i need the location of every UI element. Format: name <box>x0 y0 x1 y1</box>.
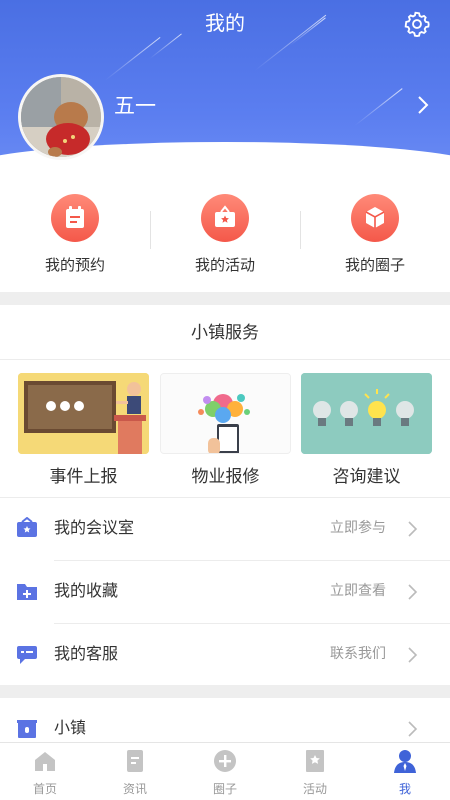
tab-label: 活动 <box>302 782 327 796</box>
cube-icon <box>351 194 399 242</box>
username[interactable]: 五一 <box>114 92 156 120</box>
activity-icon <box>201 194 249 242</box>
service-label: 事件上报 <box>49 467 118 487</box>
list-item-value: 立即查看 <box>330 583 386 599</box>
tab-me[interactable]: 我 <box>360 743 450 800</box>
tab-label: 首页 <box>32 782 57 796</box>
list-item-label: 小镇 <box>54 718 87 737</box>
list-item-label: 我的客服 <box>54 644 119 663</box>
list-item-customer-service[interactable]: 我的客服 联系我们 <box>0 624 450 686</box>
gear-icon[interactable] <box>403 10 431 38</box>
quick-action-appointments[interactable]: 我的预约 <box>0 194 150 278</box>
star-flag-icon <box>306 750 324 772</box>
list-item-favorites[interactable]: 我的收藏 立即查看 <box>0 561 450 623</box>
chevron-right-icon <box>408 647 418 663</box>
service-label: 物业报修 <box>191 467 260 487</box>
home-icon <box>35 752 55 771</box>
tab-news[interactable]: 资讯 <box>90 743 180 800</box>
chevron-right-icon[interactable] <box>413 93 433 117</box>
tab-circles[interactable]: 圈子 <box>180 743 270 800</box>
page-title: 我的 <box>205 11 245 35</box>
quick-actions: 我的预约 我的活动 我的圈子 <box>0 188 450 286</box>
news-icon <box>127 750 143 772</box>
avatar[interactable] <box>18 74 104 160</box>
customer-service-icon <box>17 646 37 664</box>
user-icon <box>394 750 416 773</box>
report-illustration[interactable] <box>18 373 149 454</box>
services-title: 小镇服务 <box>191 323 259 343</box>
bottom-tab-bar: 首页 资讯 圈子 活动 我 <box>0 742 450 800</box>
tab-label: 圈子 <box>212 782 237 796</box>
tab-label: 资讯 <box>122 782 147 796</box>
list-item-meeting-room[interactable]: 我的会议室 立即参与 <box>0 498 450 560</box>
quick-action-label: 我的活动 <box>194 256 255 274</box>
quick-action-circles[interactable]: 我的圈子 <box>300 194 450 278</box>
list-item-value: 立即参与 <box>330 520 386 536</box>
circle-plus-icon <box>214 750 236 772</box>
quick-action-label: 我的预约 <box>44 256 105 274</box>
favorites-folder-icon <box>17 584 37 600</box>
tab-activities[interactable]: 活动 <box>270 743 360 800</box>
tab-home[interactable]: 首页 <box>0 743 90 800</box>
chevron-right-icon <box>408 721 418 737</box>
quick-action-label: 我的圈子 <box>344 256 405 274</box>
list-item-value: 联系我们 <box>330 646 386 662</box>
list-item-label: 我的会议室 <box>54 518 135 537</box>
service-label: 咨询建议 <box>332 467 401 487</box>
lightbulb-illustration[interactable] <box>301 373 432 454</box>
quick-action-activities[interactable]: 我的活动 <box>150 194 300 278</box>
chevron-right-icon <box>408 584 418 600</box>
town-icon <box>17 720 37 738</box>
chevron-right-icon <box>408 521 418 537</box>
calendar-icon <box>51 194 99 242</box>
repair-illustration[interactable] <box>160 373 291 454</box>
list-item-label: 我的收藏 <box>54 581 119 600</box>
meeting-room-icon <box>17 517 37 537</box>
tab-label: 我 <box>398 782 411 796</box>
